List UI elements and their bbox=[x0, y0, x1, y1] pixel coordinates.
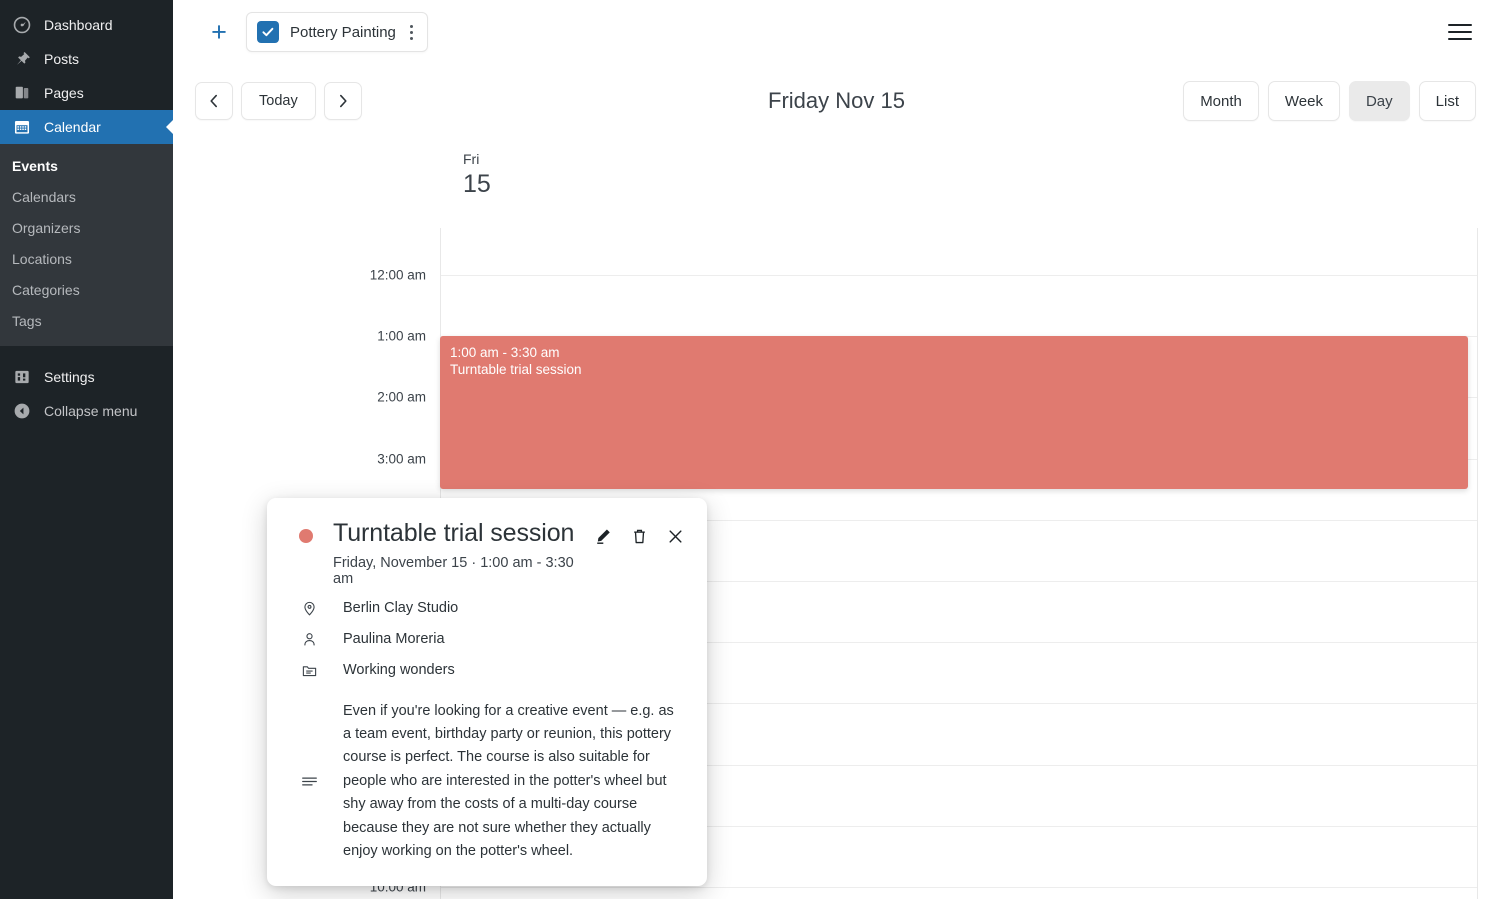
hour-gridline bbox=[441, 275, 1477, 276]
calendar-navigation-group: Today bbox=[195, 82, 362, 120]
calendar-admin-page: Dashboard Posts Pages Calendar Events Ca… bbox=[0, 0, 1500, 899]
view-day-button[interactable]: Day bbox=[1348, 81, 1410, 121]
add-calendar-button[interactable]: + bbox=[206, 18, 232, 46]
location-pin-icon bbox=[299, 597, 319, 617]
popup-organizer-text: Paulina Moreria bbox=[343, 630, 445, 647]
event-time-label: 1:00 am - 3:30 am bbox=[450, 345, 560, 361]
sidebar-item-locations[interactable]: Locations bbox=[0, 244, 173, 275]
calendar-toolbar: Today Friday Nov 15 Month Week Day List bbox=[173, 64, 1500, 138]
event-details-popup[interactable]: Turntable trial session Friday, November… bbox=[267, 498, 707, 886]
calendar-tab-label: Pottery Painting bbox=[290, 23, 396, 41]
view-month-button[interactable]: Month bbox=[1183, 81, 1259, 121]
sidebar-item-pages[interactable]: Pages bbox=[0, 76, 173, 110]
sidebar-item-label: Pages bbox=[44, 85, 84, 101]
sidebar-item-organizers[interactable]: Organizers bbox=[0, 213, 173, 244]
active-arrow-indicator bbox=[166, 119, 174, 135]
close-icon[interactable] bbox=[665, 526, 685, 546]
popup-event-title: Turntable trial session bbox=[333, 519, 575, 547]
day-number-label: 15 bbox=[463, 170, 491, 199]
popup-location-text: Berlin Clay Studio bbox=[343, 599, 459, 616]
folder-icon bbox=[299, 659, 319, 679]
calendar-tab-menu-icon[interactable] bbox=[407, 24, 416, 40]
calendar-icon bbox=[12, 117, 32, 137]
chevron-left-icon bbox=[210, 94, 217, 108]
calendar-main-area: + Pottery Painting Today Friday Nov 15 M… bbox=[173, 0, 1500, 899]
event-title-label: Turntable trial session bbox=[450, 362, 582, 378]
hour-label: 2:00 am bbox=[377, 389, 426, 405]
sidebar-item-tags[interactable]: Tags bbox=[0, 306, 173, 337]
next-day-button[interactable] bbox=[323, 82, 362, 120]
sidebar-item-label: Dashboard bbox=[44, 17, 113, 33]
sidebar-item-categories[interactable]: Categories bbox=[0, 275, 173, 306]
hour-label: 12:00 am bbox=[369, 267, 426, 283]
view-week-button[interactable]: Week bbox=[1267, 81, 1340, 121]
prev-day-button[interactable] bbox=[195, 82, 233, 120]
hour-gridline bbox=[441, 887, 1477, 888]
collapse-menu-label: Collapse menu bbox=[44, 403, 138, 419]
sidebar-item-calendar[interactable]: Calendar bbox=[0, 110, 174, 144]
popup-description-text: Even if you're looking for a creative ev… bbox=[343, 702, 674, 860]
calendar-event-block[interactable]: 1:00 am - 3:30 am Turntable trial sessio… bbox=[440, 336, 1468, 490]
view-switcher: Month Week Day List bbox=[1183, 81, 1476, 121]
hour-label: 1:00 am bbox=[377, 328, 426, 344]
delete-icon[interactable] bbox=[629, 526, 649, 546]
collapse-arrow-icon bbox=[12, 401, 32, 421]
sidebar-item-posts[interactable]: Posts bbox=[0, 42, 173, 76]
sidebar-item-label: Settings bbox=[44, 369, 95, 385]
popup-location-row: Berlin Clay Studio bbox=[289, 597, 685, 628]
sidebar-item-calendars[interactable]: Calendars bbox=[0, 182, 173, 213]
settings-icon bbox=[12, 367, 32, 387]
popup-detail-rows: Berlin Clay Studio Paulina Moreria Worki… bbox=[289, 597, 685, 864]
hamburger-icon[interactable] bbox=[1448, 24, 1472, 40]
sidebar-item-dashboard[interactable]: Dashboard bbox=[0, 8, 173, 42]
calendar-submenu: Events Calendars Organizers Locations Ca… bbox=[0, 144, 173, 346]
sidebar-item-events[interactable]: Events bbox=[0, 151, 173, 182]
calendar-tab-pottery-painting[interactable]: Pottery Painting bbox=[246, 12, 428, 52]
edit-icon[interactable] bbox=[593, 526, 613, 546]
calendar-tabbar: + Pottery Painting bbox=[173, 0, 1500, 64]
popup-category-text: Working wonders bbox=[343, 661, 455, 678]
popup-organizer-row: Paulina Moreria bbox=[289, 628, 685, 659]
hour-label: 3:00 am bbox=[377, 451, 426, 467]
chevron-right-icon bbox=[339, 94, 347, 108]
calendar-visibility-checkbox[interactable] bbox=[257, 21, 279, 43]
sidebar-item-label: Calendar bbox=[44, 119, 101, 135]
sidebar-lower-group: Settings Collapse menu bbox=[0, 360, 173, 428]
day-of-week-label: Fri bbox=[463, 151, 480, 167]
person-icon bbox=[299, 628, 319, 648]
collapse-menu-button[interactable]: Collapse menu bbox=[0, 394, 173, 428]
sidebar-item-label: Posts bbox=[44, 51, 80, 67]
event-color-dot bbox=[299, 529, 313, 543]
view-list-button[interactable]: List bbox=[1418, 81, 1476, 121]
today-button[interactable]: Today bbox=[241, 82, 316, 120]
pin-icon bbox=[12, 49, 32, 69]
day-column-header: Fri 15 bbox=[173, 139, 1500, 228]
pages-icon bbox=[12, 83, 32, 103]
popup-header: Turntable trial session Friday, November… bbox=[289, 518, 685, 587]
sidebar-item-settings[interactable]: Settings bbox=[0, 360, 173, 394]
dashboard-icon bbox=[12, 15, 32, 35]
popup-actions bbox=[593, 518, 685, 546]
popup-description-row: Even if you're looking for a creative ev… bbox=[289, 699, 685, 864]
description-lines-icon bbox=[299, 775, 319, 788]
admin-sidebar: Dashboard Posts Pages Calendar Events Ca… bbox=[0, 0, 174, 899]
popup-category-row: Working wonders bbox=[289, 659, 685, 690]
popup-event-datetime: Friday, November 15 · 1:00 am - 3:30 am bbox=[333, 554, 574, 587]
